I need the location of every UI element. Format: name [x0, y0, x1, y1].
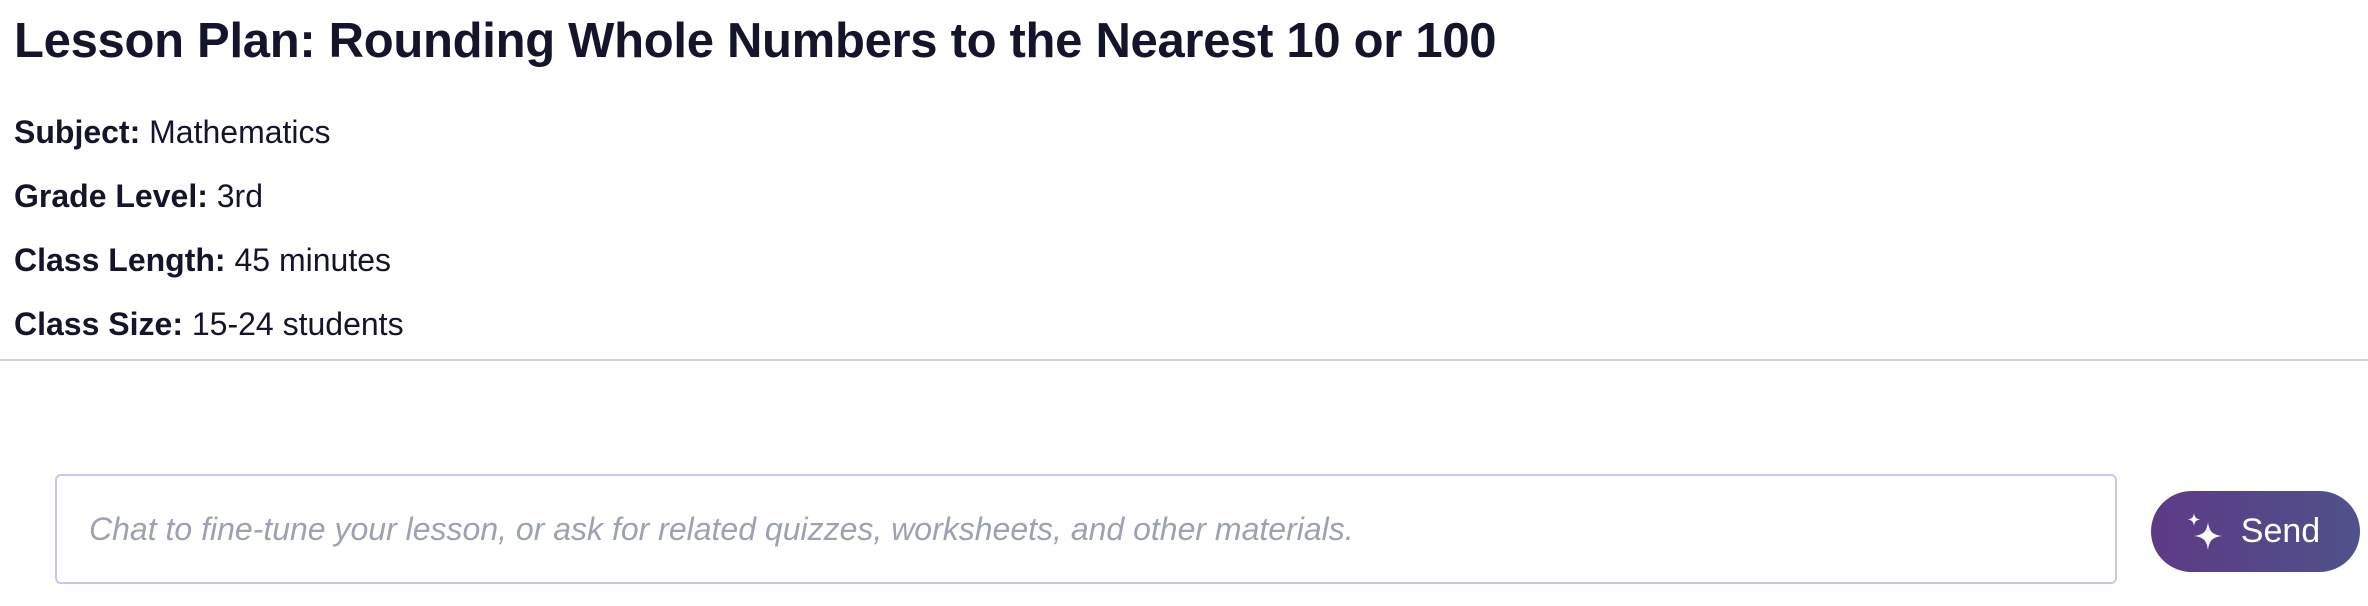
grade-level-row: Grade Level: 3rd [14, 174, 263, 218]
chat-input[interactable] [55, 474, 2117, 584]
class-size-row: Class Size: 15-24 students [14, 302, 404, 346]
class-length-label: Class Length: [14, 242, 226, 278]
section-divider [0, 359, 2368, 361]
subject-label: Subject: [14, 114, 141, 150]
page-title: Lesson Plan: Rounding Whole Numbers to t… [14, 14, 1497, 68]
grade-level-label: Grade Level: [14, 178, 208, 214]
class-size-value: 15-24 students [191, 306, 404, 342]
class-length-value: 45 minutes [234, 242, 391, 278]
lesson-plan-page: Lesson Plan: Rounding Whole Numbers to t… [0, 0, 2368, 606]
subject-value: Mathematics [149, 114, 331, 150]
grade-level-value: 3rd [216, 178, 263, 214]
subject-row: Subject: Mathematics [14, 110, 331, 154]
class-length-row: Class Length: 45 minutes [14, 238, 391, 282]
send-label: Send [2240, 512, 2321, 550]
send-button[interactable]: Send [2151, 491, 2360, 572]
sparkle-icon [2187, 512, 2222, 550]
class-size-label: Class Size: [14, 306, 183, 342]
